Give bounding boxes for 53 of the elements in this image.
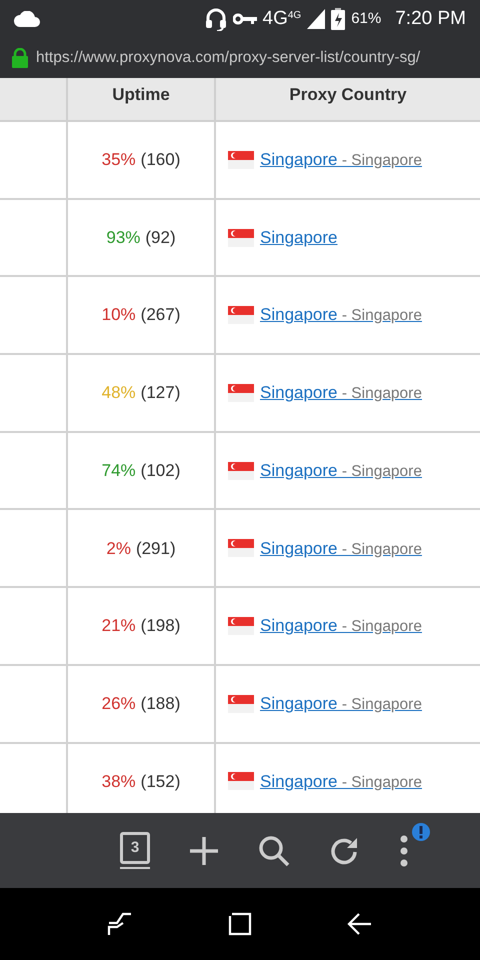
check-count: (152)	[140, 770, 180, 793]
column-header: Proxy Country	[289, 84, 407, 106]
country-link[interactable]: Singapore - Singapore	[260, 536, 422, 562]
network-type: 4G	[262, 6, 288, 31]
search-button[interactable]	[258, 834, 290, 866]
flag-icon	[228, 384, 254, 402]
check-count: (188)	[140, 692, 180, 715]
flag-icon	[228, 616, 254, 635]
cloud-icon	[14, 11, 40, 27]
check-count: (127)	[140, 382, 180, 404]
flag-icon	[228, 306, 254, 324]
flag-icon	[228, 228, 254, 247]
flag-icon	[228, 150, 254, 169]
home-icon[interactable]	[228, 912, 252, 936]
uptime-percent: 38%	[102, 770, 136, 793]
country-link[interactable]: Singapore - Singapore	[260, 768, 422, 794]
country-link[interactable]: Singapore - Singapore	[260, 690, 422, 716]
check-count: (102)	[140, 460, 180, 482]
uptime-percent: 48%	[102, 382, 136, 404]
check-count: (267)	[140, 304, 180, 326]
check-count: (291)	[136, 538, 176, 560]
flag-icon	[228, 462, 254, 480]
battery-percent: 61%	[351, 8, 382, 29]
flag-icon	[228, 539, 254, 558]
flag-icon	[228, 694, 254, 713]
uptime-percent: 35%	[102, 149, 136, 172]
country-link[interactable]: Singapore - Singapore	[260, 380, 422, 406]
check-count: (92)	[145, 226, 176, 249]
uptime-percent: 74%	[102, 460, 136, 482]
headset-icon	[204, 7, 226, 31]
battery-icon	[331, 8, 346, 30]
menu-button[interactable]	[398, 834, 410, 866]
country-link[interactable]: Singapore	[260, 224, 338, 250]
country-link[interactable]: Singapore - Singapore	[260, 302, 422, 328]
country-link[interactable]: Singapore - Singapore	[260, 458, 422, 484]
new-tab-button[interactable]	[188, 834, 220, 866]
check-count: (198)	[140, 615, 180, 638]
clock: 7:20 PM	[395, 6, 466, 31]
uptime-percent: 10%	[102, 304, 136, 326]
uptime-percent: 2%	[106, 538, 131, 560]
back-icon[interactable]	[346, 911, 373, 937]
network-small: 4G	[288, 9, 302, 23]
uptime-percent: 93%	[106, 226, 140, 249]
key-icon	[232, 13, 256, 25]
signal-icon	[307, 9, 326, 29]
check-count: (160)	[140, 149, 180, 172]
recent-apps-icon[interactable]	[107, 911, 134, 937]
country-link[interactable]: Singapore - Singapore	[260, 147, 422, 173]
flag-icon	[228, 772, 254, 790]
column-header: Uptime	[112, 84, 170, 106]
uptime-percent: 21%	[102, 615, 136, 638]
country-link[interactable]: Singapore - Singapore	[260, 613, 422, 639]
uptime-percent: 26%	[102, 692, 136, 715]
